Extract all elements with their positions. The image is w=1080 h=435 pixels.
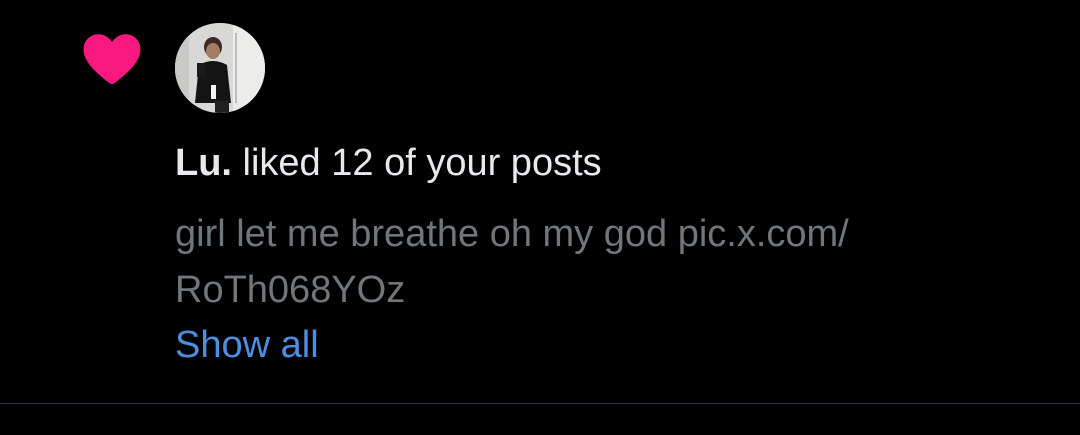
show-all-link[interactable]: Show all	[175, 320, 319, 370]
divider	[0, 403, 1080, 404]
action-text: liked 12 of your posts	[231, 142, 602, 184]
notification-text: Lu. liked 12 of your posts	[175, 140, 602, 186]
post-preview: girl let me breathe oh my god pic.x.com/…	[175, 206, 995, 318]
heart-icon	[83, 34, 141, 85]
post-preview-line-2: RoTh068YOz	[175, 269, 406, 311]
post-preview-line-1: girl let me breathe oh my god pic.x.com/	[175, 213, 849, 255]
like-notification[interactable]: Lu. liked 12 of your posts girl let me b…	[0, 0, 1080, 403]
avatar-photo	[175, 23, 265, 113]
avatar[interactable]	[175, 23, 265, 113]
user-name[interactable]: Lu.	[175, 142, 232, 184]
